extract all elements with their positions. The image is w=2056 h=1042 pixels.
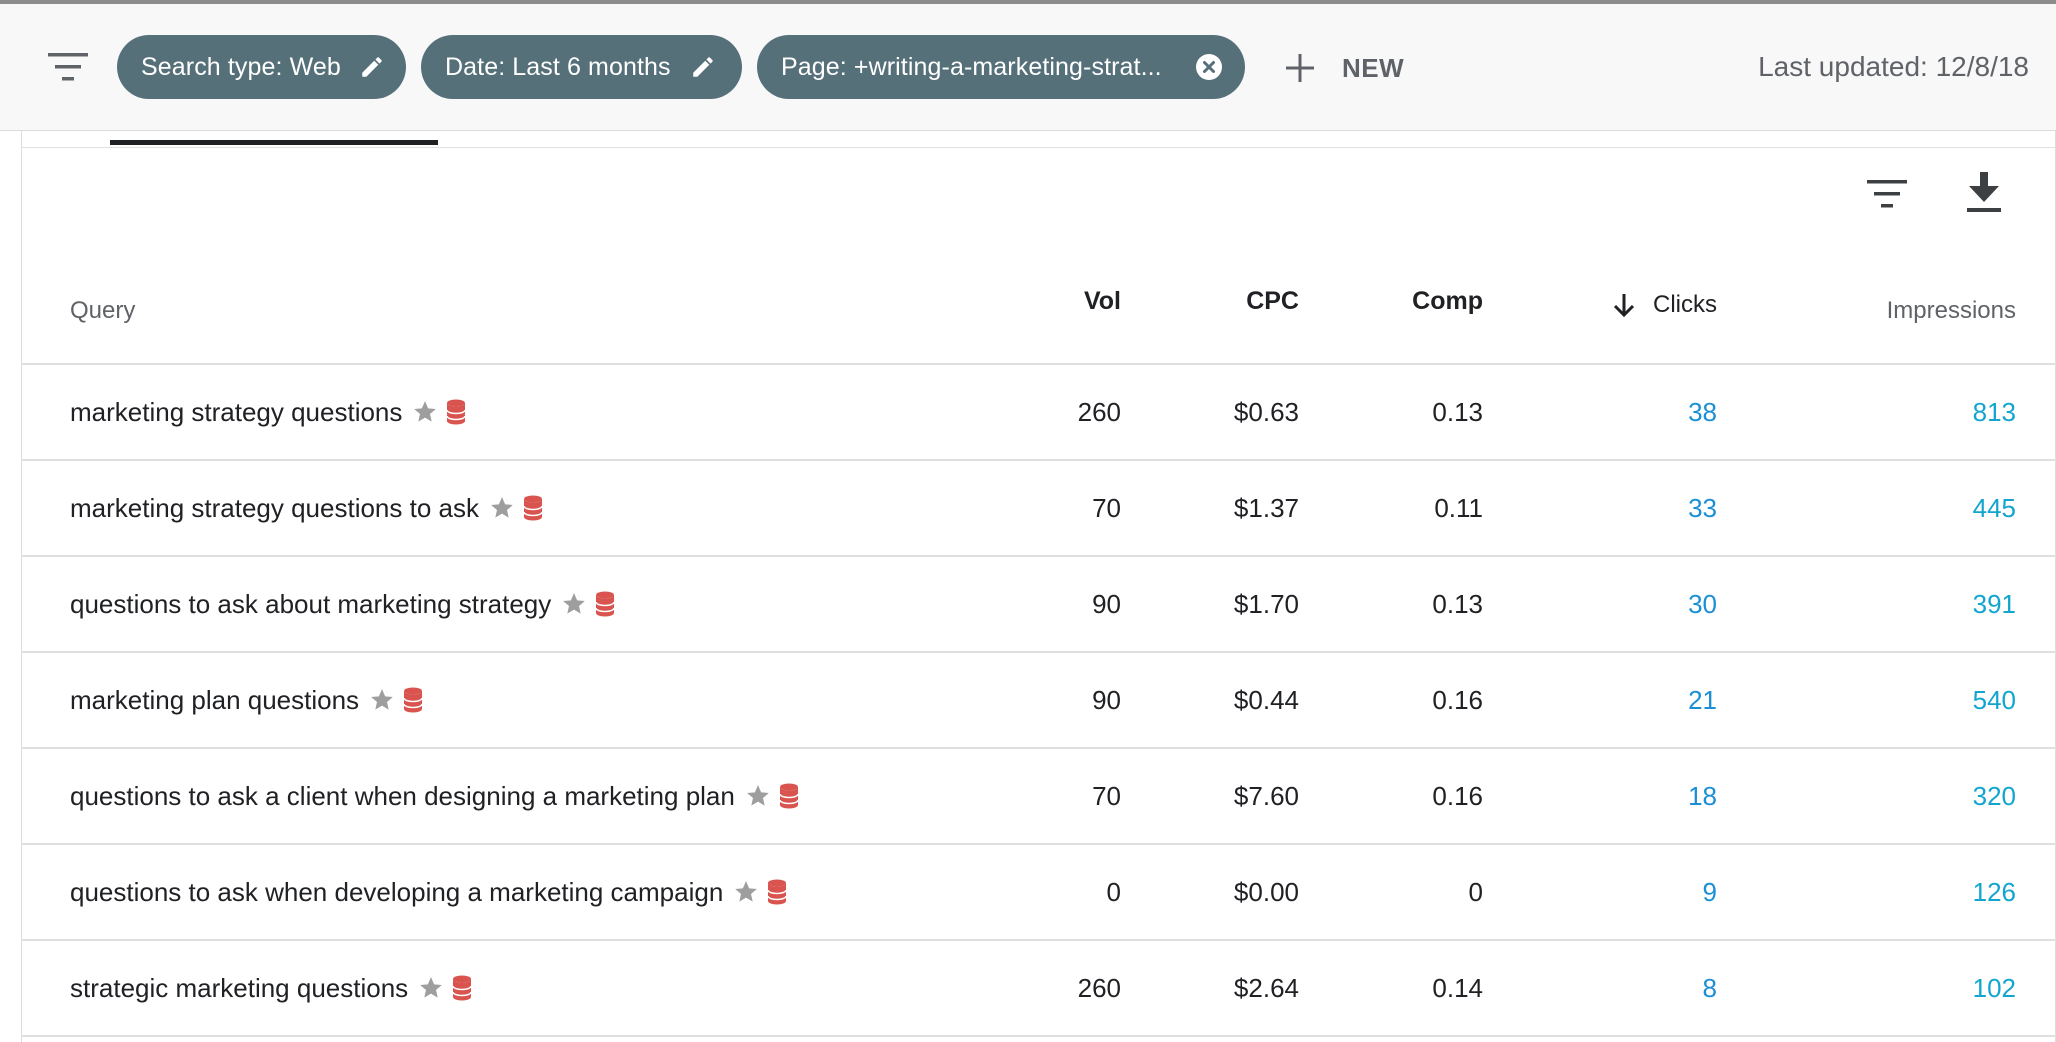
column-header-clicks-label: Clicks — [1653, 291, 1717, 318]
filter-chip-page[interactable]: Page: +writing-a-marketing-strat... — [757, 35, 1245, 99]
chip-label: Search type: Web — [141, 52, 341, 81]
plus-icon — [1286, 54, 1314, 82]
clicks-cell: 9 — [1702, 876, 1717, 907]
clicks-cell: 8 — [1702, 972, 1717, 1003]
comp-cell: 0.14 — [1432, 972, 1483, 1003]
column-header-query[interactable]: Query — [70, 297, 135, 325]
vol-cell: 260 — [1077, 396, 1121, 427]
card-divider — [21, 147, 2056, 148]
star-icon[interactable] — [561, 591, 587, 617]
impressions-cell: 813 — [1972, 396, 2016, 427]
table-body: marketing strategy questions 260 $0.63 0… — [22, 365, 2056, 1037]
sort-descending-arrow-icon — [1613, 294, 1635, 318]
comp-cell: 0 — [1468, 876, 1483, 907]
star-icon[interactable] — [412, 399, 438, 425]
clicks-cell: 33 — [1688, 492, 1717, 523]
query-cell: questions to ask a client when designing… — [70, 749, 799, 843]
database-icon[interactable] — [452, 975, 472, 1001]
comp-cell: 0.11 — [1434, 492, 1483, 523]
vol-cell: 90 — [1092, 588, 1121, 619]
add-filter-label: NEW — [1342, 52, 1405, 83]
cpc-cell: $0.44 — [1233, 684, 1299, 715]
query-text[interactable]: questions to ask about marketing strateg… — [70, 589, 551, 620]
database-icon[interactable] — [595, 591, 616, 617]
star-icon[interactable] — [369, 687, 395, 713]
clicks-cell: 38 — [1688, 396, 1717, 427]
table-row[interactable]: marketing strategy questions 260 $0.63 0… — [22, 365, 2056, 461]
comp-cell: 0.13 — [1432, 588, 1483, 619]
cpc-cell: $2.64 — [1233, 972, 1299, 1003]
star-icon[interactable] — [489, 495, 515, 521]
filter-bar: Search type: Web Date: Last 6 months Pag… — [0, 0, 2056, 131]
table-header: Query Vol CPC Comp Clicks Impressions — [22, 255, 2056, 365]
query-text[interactable]: questions to ask when developing a marke… — [70, 877, 723, 908]
add-filter-button[interactable]: NEW — [1280, 44, 1404, 92]
star-icon[interactable] — [418, 975, 444, 1001]
comp-cell: 0.16 — [1432, 780, 1483, 811]
query-cell: marketing plan questions — [70, 653, 423, 747]
query-text[interactable]: questions to ask a client when designing… — [70, 781, 735, 812]
download-icon[interactable] — [1965, 172, 2003, 214]
table-row[interactable]: questions to ask when developing a marke… — [22, 845, 2056, 941]
column-header-comp[interactable]: Comp — [1412, 287, 1483, 316]
query-cell: questions to ask about marketing strateg… — [70, 557, 616, 651]
clicks-cell: 30 — [1688, 588, 1717, 619]
table-row[interactable]: questions to ask about marketing strateg… — [22, 557, 2056, 653]
chip-label: Date: Last 6 months — [445, 52, 671, 81]
query-text[interactable]: marketing strategy questions to ask — [70, 493, 479, 524]
query-cell: marketing strategy questions to ask — [70, 461, 543, 555]
chip-label: Page: +writing-a-marketing-strat... — [781, 52, 1162, 81]
database-icon[interactable] — [767, 879, 788, 905]
query-cell: questions to ask when developing a marke… — [70, 845, 788, 939]
comp-cell: 0.16 — [1432, 684, 1483, 715]
table-filter-icon[interactable] — [1867, 178, 1907, 210]
clicks-cell: 18 — [1688, 780, 1717, 811]
star-icon[interactable] — [745, 783, 771, 809]
impressions-cell: 320 — [1972, 780, 2016, 811]
database-icon[interactable] — [403, 687, 423, 713]
database-icon[interactable] — [446, 399, 467, 425]
column-header-vol[interactable]: Vol — [1084, 287, 1121, 316]
last-updated: Last updated: 12/8/18 — [1758, 51, 2029, 82]
impressions-cell: 102 — [1972, 972, 2016, 1003]
query-cell: marketing strategy questions — [70, 365, 467, 459]
filter-list-icon[interactable] — [48, 53, 88, 81]
column-header-impressions[interactable]: Impressions — [1887, 297, 2016, 325]
table-row[interactable]: marketing plan questions 90 $0.44 0.16 2… — [22, 653, 2056, 749]
column-header-cpc[interactable]: CPC — [1246, 287, 1299, 316]
star-icon[interactable] — [733, 879, 759, 905]
database-icon[interactable] — [523, 495, 543, 521]
cpc-cell: $0.00 — [1233, 876, 1299, 907]
impressions-cell: 126 — [1972, 876, 2016, 907]
cpc-cell: $1.37 — [1233, 492, 1299, 523]
table-row[interactable]: strategic marketing questions 260 $2.64 … — [22, 941, 2056, 1037]
vol-cell: 90 — [1092, 684, 1121, 715]
vol-cell: 260 — [1077, 972, 1121, 1003]
impressions-cell: 540 — [1972, 684, 2016, 715]
cpc-cell: $1.70 — [1233, 588, 1299, 619]
pencil-icon[interactable] — [689, 53, 717, 81]
table-row[interactable]: marketing strategy questions to ask 70 $… — [22, 461, 2056, 557]
column-header-clicks[interactable]: Clicks — [1611, 291, 1717, 319]
query-text[interactable]: marketing plan questions — [70, 685, 359, 716]
impressions-cell: 391 — [1972, 588, 2016, 619]
database-icon[interactable] — [779, 783, 799, 809]
comp-cell: 0.13 — [1432, 396, 1483, 427]
clicks-cell: 21 — [1688, 684, 1717, 715]
vol-cell: 70 — [1092, 780, 1121, 811]
impressions-cell: 445 — [1972, 492, 2016, 523]
close-circle-icon[interactable] — [1195, 53, 1223, 81]
cpc-cell: $7.60 — [1233, 780, 1299, 811]
query-text[interactable]: marketing strategy questions — [70, 397, 402, 428]
query-text[interactable]: strategic marketing questions — [70, 973, 408, 1004]
filter-chip-search-type[interactable]: Search type: Web — [117, 35, 406, 99]
active-tab-indicator — [110, 140, 438, 145]
cpc-cell: $0.63 — [1233, 396, 1299, 427]
filter-chip-date[interactable]: Date: Last 6 months — [421, 35, 742, 99]
query-cell: strategic marketing questions — [70, 941, 472, 1035]
table-row[interactable]: questions to ask a client when designing… — [22, 749, 2056, 845]
pencil-icon[interactable] — [359, 53, 385, 81]
vol-cell: 70 — [1092, 492, 1121, 523]
vol-cell: 0 — [1106, 876, 1121, 907]
